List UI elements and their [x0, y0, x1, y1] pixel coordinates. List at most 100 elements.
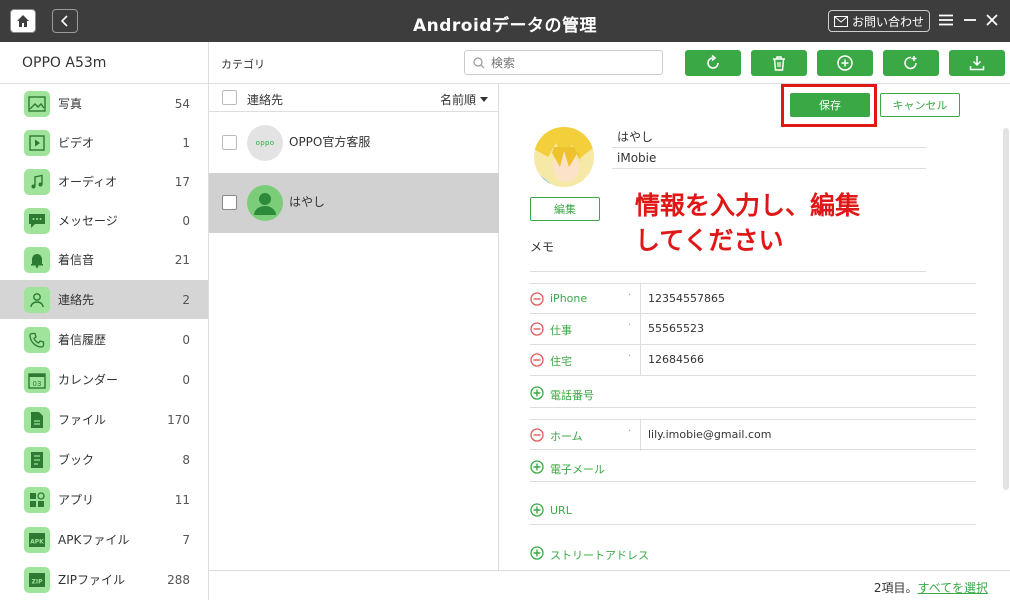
refresh-button[interactable] — [685, 50, 741, 76]
sort-dropdown[interactable]: 名前順 — [440, 91, 489, 108]
import-icon — [904, 56, 917, 70]
sidebar-item-videos[interactable]: ビデオ 1 — [0, 123, 208, 162]
row-checkbox[interactable] — [222, 195, 237, 210]
add-circle-icon[interactable] — [530, 460, 544, 474]
email-value[interactable]: lily.imobie@gmail.com — [648, 428, 771, 441]
phone-icon — [24, 326, 50, 353]
sidebar-item-label: メッセージ — [58, 214, 118, 228]
contact-us-button[interactable]: お問い合わせ — [828, 10, 930, 32]
sidebar-item-count: 21 — [174, 252, 190, 267]
phone-value[interactable]: 12354557865 — [648, 292, 725, 305]
list-item[interactable]: oppo OPPO官方客服 — [209, 113, 499, 173]
sidebar-item-messages[interactable]: メッセージ 0 — [0, 201, 208, 240]
contact-photo — [534, 127, 594, 187]
minimize-icon — [964, 19, 976, 21]
phone-type-label[interactable]: 仕事 — [550, 322, 572, 338]
sidebar-item-apk-files[interactable]: APK APKファイル 7 — [0, 520, 208, 559]
remove-circle-icon[interactable] — [530, 428, 544, 442]
delete-button[interactable] — [751, 50, 807, 76]
trash-icon — [773, 56, 785, 71]
remove-circle-icon[interactable] — [530, 322, 544, 336]
item-count-text: 2項目。 — [873, 581, 918, 595]
sidebar-item-photos[interactable]: 写真 54 — [0, 84, 208, 123]
contact-name: はやし — [289, 195, 326, 209]
add-address-label[interactable]: ストリートアドレス — [550, 547, 649, 563]
first-name-field[interactable]: はやし — [612, 128, 926, 148]
sidebar-item-label: APKファイル — [58, 533, 130, 547]
sidebar-item-count: 170 — [167, 412, 190, 427]
search-box[interactable] — [464, 50, 663, 75]
add-button[interactable] — [817, 50, 873, 76]
list-item[interactable]: はやし — [209, 173, 499, 233]
status-bar: 2項目。すべてを選択 — [209, 570, 1010, 600]
hamburger-icon — [939, 14, 953, 26]
add-url-row[interactable]: URL — [530, 497, 976, 525]
sidebar-item-count: 8 — [182, 452, 190, 467]
add-phone-label[interactable]: 電話番号 — [550, 387, 594, 403]
file-icon — [24, 406, 50, 433]
sidebar-item-label: 着信音 — [58, 253, 95, 267]
apps-grid-icon — [24, 486, 50, 513]
phone-value[interactable]: 55565523 — [648, 322, 704, 335]
edit-photo-button[interactable]: 編集 — [530, 197, 600, 221]
minimize-button[interactable] — [960, 10, 980, 30]
detail-scrollbar[interactable] — [1003, 128, 1009, 490]
sidebar-item-count: 0 — [182, 213, 190, 228]
close-button[interactable] — [982, 10, 1002, 30]
remove-circle-icon[interactable] — [530, 292, 544, 306]
category-sidebar: OPPO A53m 写真 54 ビデオ 1 オーディオ 17 メッセージ 0 着… — [0, 42, 209, 600]
mail-icon — [833, 15, 848, 27]
sidebar-item-apps[interactable]: アプリ 11 — [0, 480, 208, 519]
select-all-link[interactable]: すべてを選択 — [918, 581, 988, 595]
caret-down-icon — [480, 96, 489, 102]
sidebar-item-label: ブック — [58, 453, 95, 467]
list-header: 連絡先 名前順 — [209, 84, 499, 112]
sidebar-item-label: 写真 — [58, 97, 83, 111]
menu-button[interactable] — [936, 10, 956, 30]
bell-icon — [24, 246, 50, 273]
instruction-line: 情報を入力し、編集 — [635, 191, 861, 220]
sidebar-item-calendar[interactable]: 03 カレンダー 0 — [0, 360, 208, 399]
add-phone-row[interactable]: 電話番号 — [530, 380, 976, 408]
phone-type-label[interactable]: 住宅 — [550, 353, 572, 369]
add-circle-icon[interactable] — [530, 503, 544, 517]
search-input[interactable] — [491, 55, 651, 70]
instruction-annotation: 情報を入力し、編集 してください — [635, 188, 955, 258]
sidebar-item-label: アプリ — [58, 493, 95, 507]
sidebar-item-label: 連絡先 — [58, 293, 95, 307]
add-url-label[interactable]: URL — [550, 504, 572, 517]
select-all-checkbox[interactable] — [222, 90, 237, 105]
list-header-title: 連絡先 — [247, 93, 284, 107]
book-icon — [24, 446, 50, 473]
add-email-row[interactable]: 電子メール — [530, 454, 976, 482]
import-button[interactable] — [883, 50, 939, 76]
add-circle-icon[interactable] — [530, 546, 544, 560]
cancel-button[interactable]: キャンセル — [880, 93, 960, 117]
save-button[interactable]: 保存 — [790, 93, 870, 117]
add-circle-icon[interactable] — [530, 386, 544, 400]
sidebar-item-count: 0 — [182, 332, 190, 347]
sidebar-item-books[interactable]: ブック 8 — [0, 440, 208, 479]
email-type-label[interactable]: ホーム — [550, 428, 583, 444]
contact-detail: 保存 キャンセル はやし iMobie 編集 情報を入力し、編集 してください … — [500, 84, 1010, 570]
device-name: OPPO A53m — [0, 42, 208, 84]
memo-field[interactable] — [530, 271, 926, 272]
phone-type-label[interactable]: iPhone — [550, 292, 587, 305]
phone-value[interactable]: 12684566 — [648, 353, 704, 366]
add-address-row[interactable]: ストリートアドレス — [530, 540, 976, 568]
remove-circle-icon[interactable] — [530, 353, 544, 367]
sidebar-item-call-history[interactable]: 着信履歴 0 — [0, 320, 208, 359]
email-row: ホーム · lily.imobie@gmail.com — [530, 419, 976, 451]
close-icon — [986, 14, 998, 26]
row-checkbox[interactable] — [222, 135, 237, 150]
company-field[interactable]: iMobie — [612, 149, 926, 169]
sidebar-item-contacts[interactable]: 連絡先 2 — [0, 280, 208, 319]
add-email-label[interactable]: 電子メール — [550, 461, 605, 477]
sidebar-item-count: 7 — [182, 532, 190, 547]
export-button[interactable] — [949, 50, 1005, 76]
sidebar-item-files[interactable]: ファイル 170 — [0, 400, 208, 439]
sidebar-item-audio[interactable]: オーディオ 17 — [0, 162, 208, 201]
apk-file-icon: APK — [24, 526, 50, 553]
sidebar-item-zip-files[interactable]: ZIP ZIPファイル 288 — [0, 560, 208, 599]
sidebar-item-ringtones[interactable]: 着信音 21 — [0, 240, 208, 279]
